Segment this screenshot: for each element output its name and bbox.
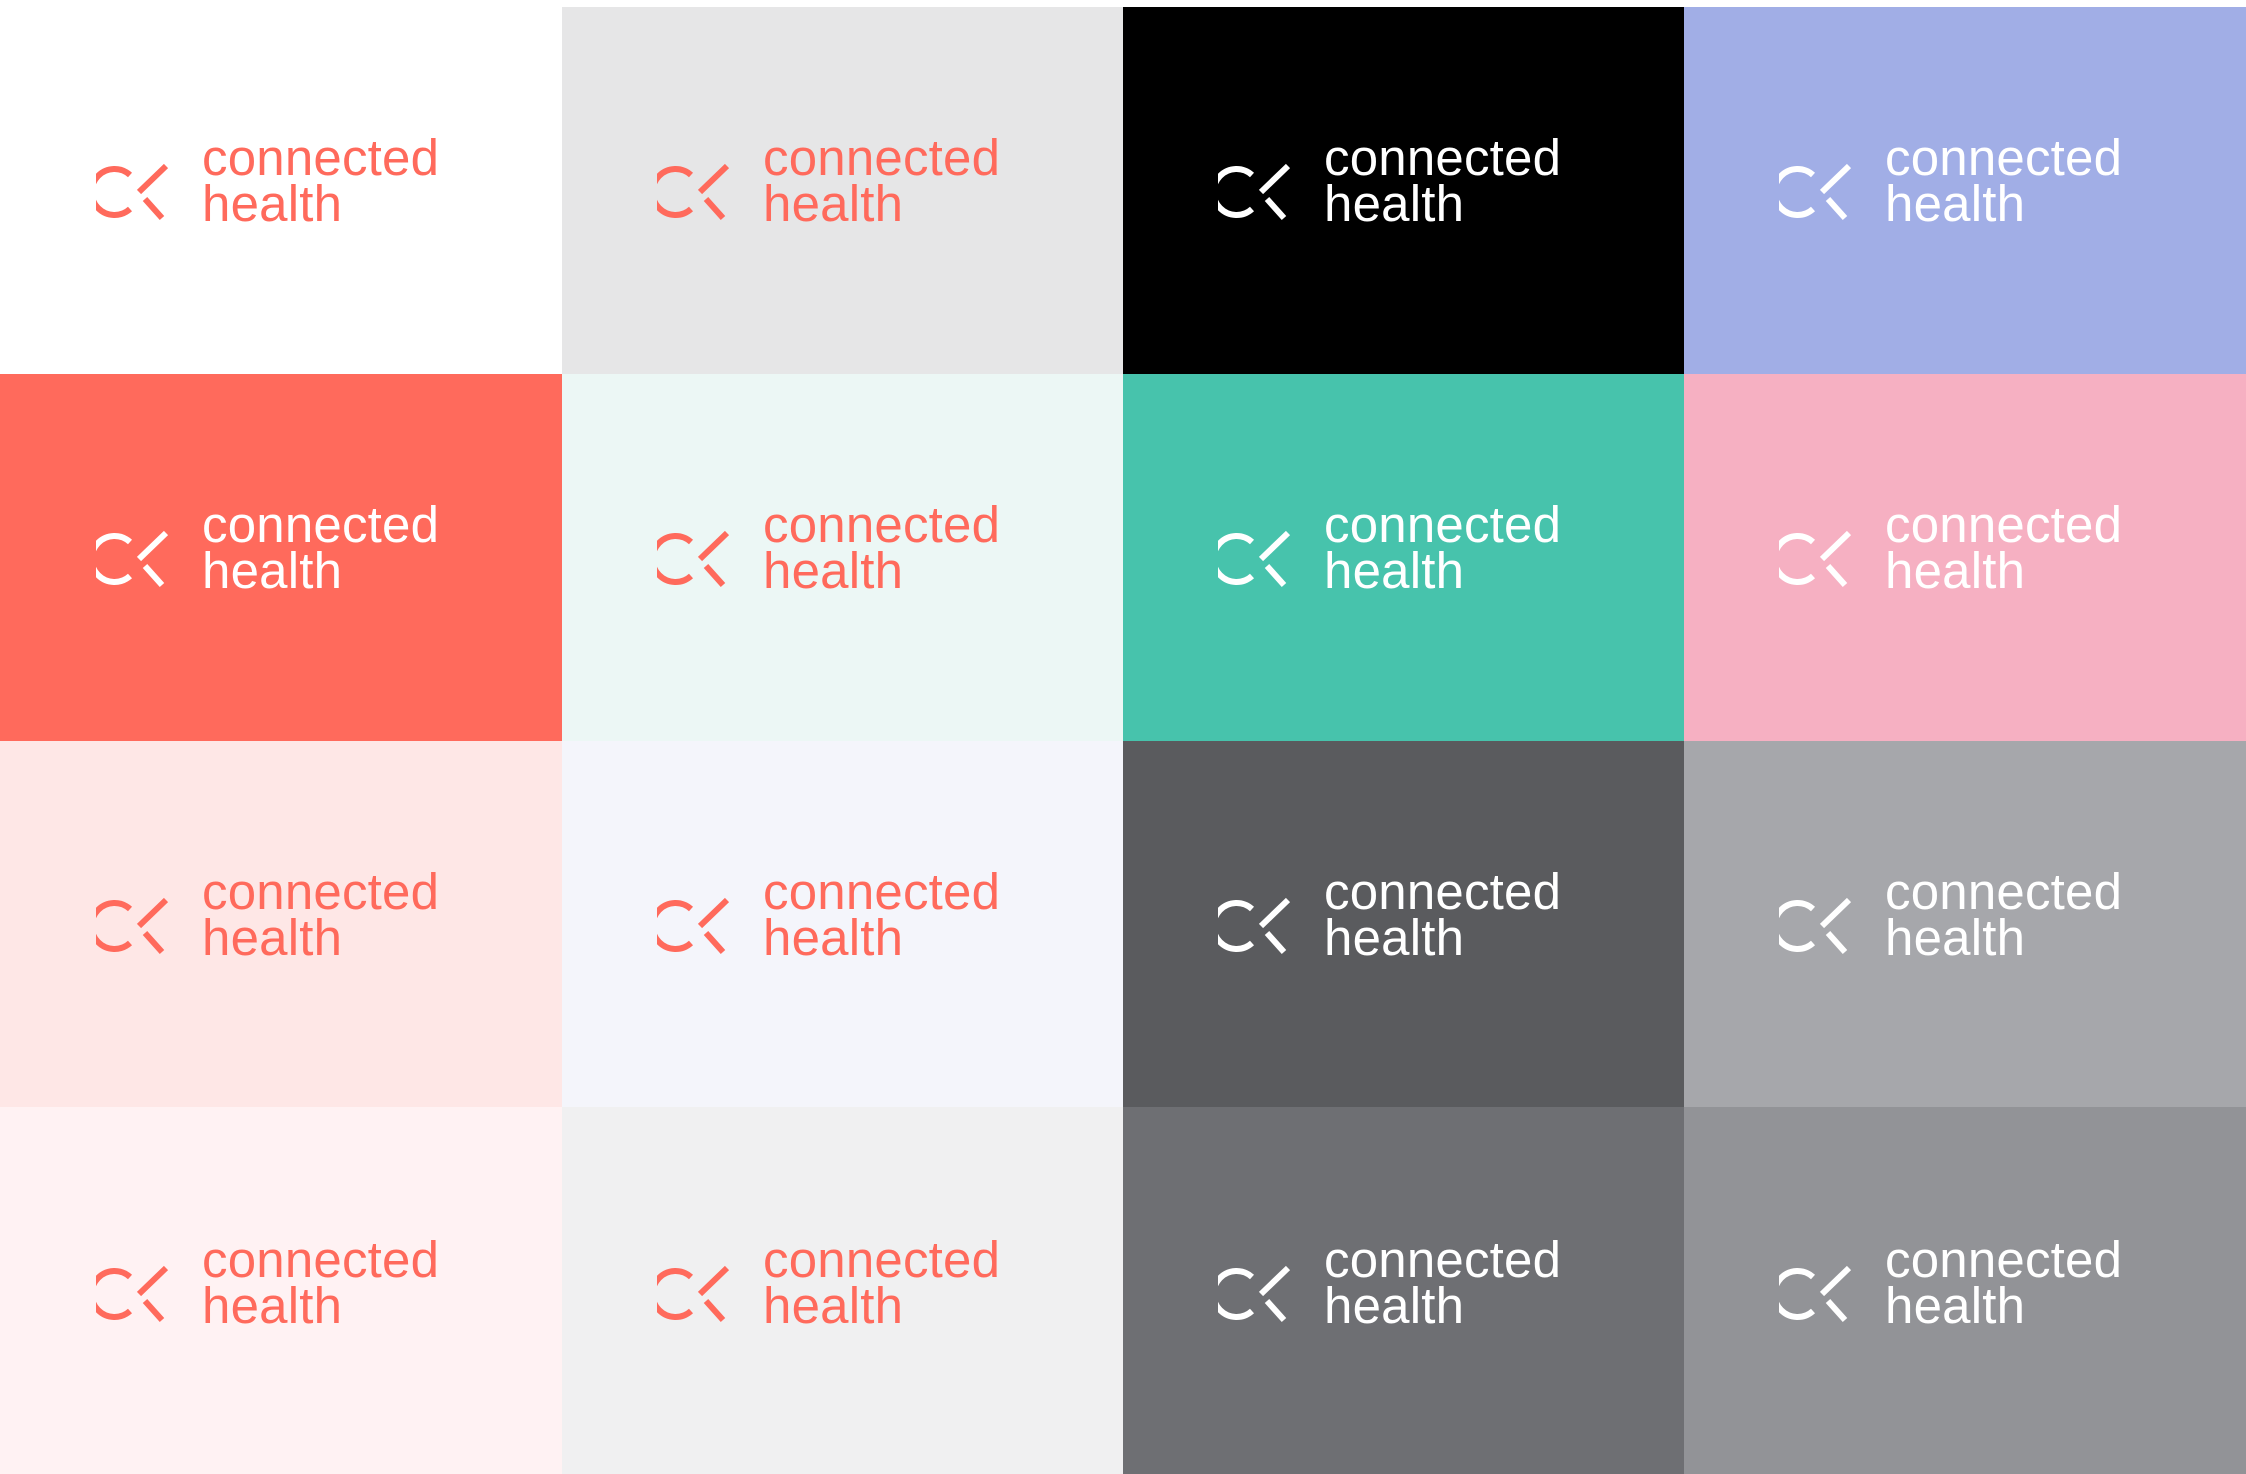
logo-line-health: health [1324,175,1465,232]
logo-wordmark: connected health [763,499,1000,599]
logo-line-health: health [1324,542,1465,599]
logo-line-health: health [763,175,904,232]
logo-wordmark: connected health [763,132,1000,232]
logo-tile-10: connected health [562,741,1123,1107]
logo-tile-6: connected health [562,374,1123,741]
infinity-x-icon [657,896,745,956]
logo-line-health: health [202,1277,343,1334]
logo-wordmark: connected health [1324,132,1561,232]
infinity-x-icon [1779,896,1867,956]
infinity-x-icon [96,896,184,956]
infinity-x-icon [96,1264,184,1324]
logo-wordmark: connected health [1885,499,2122,599]
logo-tile-14: connected health [562,1107,1123,1474]
infinity-x-icon [1218,1264,1306,1324]
connected-health-logo: connected health [96,499,439,599]
logo-tile-1: connected health [0,7,562,374]
logo-wordmark: connected health [1324,866,1561,966]
logo-line-health: health [1885,175,2026,232]
infinity-x-icon [96,529,184,589]
infinity-x-icon [1218,162,1306,222]
logo-tile-3: connected health [1123,7,1684,374]
connected-health-logo: connected health [1779,1234,2122,1334]
logo-line-health: health [1324,909,1465,966]
logo-wordmark: connected health [202,866,439,966]
logo-tile-12: connected health [1684,741,2246,1107]
connected-health-logo: connected health [96,1234,439,1334]
logo-wordmark: connected health [763,1234,1000,1334]
logo-line-health: health [202,909,343,966]
connected-health-logo: connected health [657,132,1000,232]
infinity-x-icon [96,162,184,222]
logo-tile-2: connected health [562,7,1123,374]
logo-tile-15: connected health [1123,1107,1684,1474]
logo-color-grid: connected health connected health connec… [0,7,2246,1474]
logo-tile-7: connected health [1123,374,1684,741]
logo-line-health: health [1885,1277,2026,1334]
connected-health-logo: connected health [1218,866,1561,966]
connected-health-logo: connected health [1779,866,2122,966]
logo-line-health: health [1885,909,2026,966]
infinity-x-icon [1218,896,1306,956]
logo-line-health: health [763,909,904,966]
logo-wordmark: connected health [202,499,439,599]
infinity-x-icon [657,162,745,222]
logo-tile-4: connected health [1684,7,2246,374]
logo-wordmark: connected health [1885,1234,2122,1334]
connected-health-logo: connected health [1779,132,2122,232]
logo-tile-11: connected health [1123,741,1684,1107]
infinity-x-icon [1779,162,1867,222]
logo-tile-13: connected health [0,1107,562,1474]
logo-tile-16: connected health [1684,1107,2246,1474]
logo-line-health: health [202,542,343,599]
logo-tile-5: connected health [0,374,562,741]
infinity-x-icon [1218,529,1306,589]
logo-wordmark: connected health [1885,132,2122,232]
infinity-x-icon [657,1264,745,1324]
logo-wordmark: connected health [1324,499,1561,599]
logo-wordmark: connected health [763,866,1000,966]
logo-line-health: health [202,175,343,232]
logo-tile-9: connected health [0,741,562,1107]
logo-wordmark: connected health [1885,866,2122,966]
connected-health-logo: connected health [1218,132,1561,232]
logo-tile-8: connected health [1684,374,2246,741]
infinity-x-icon [1779,1264,1867,1324]
connected-health-logo: connected health [96,866,439,966]
connected-health-logo: connected health [657,866,1000,966]
logo-line-health: health [1885,542,2026,599]
connected-health-logo: connected health [1218,499,1561,599]
infinity-x-icon [657,529,745,589]
logo-line-health: health [1324,1277,1465,1334]
connected-health-logo: connected health [657,499,1000,599]
logo-line-health: health [763,1277,904,1334]
connected-health-logo: connected health [1779,499,2122,599]
infinity-x-icon [1779,529,1867,589]
logo-wordmark: connected health [202,1234,439,1334]
connected-health-logo: connected health [96,132,439,232]
logo-line-health: health [763,542,904,599]
connected-health-logo: connected health [657,1234,1000,1334]
connected-health-logo: connected health [1218,1234,1561,1334]
logo-wordmark: connected health [202,132,439,232]
logo-wordmark: connected health [1324,1234,1561,1334]
